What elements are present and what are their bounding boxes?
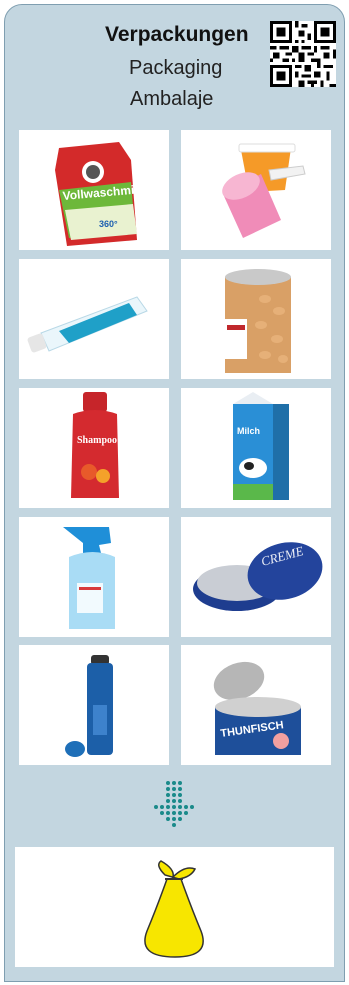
tile-creme-tin: CREME	[181, 517, 331, 637]
tile-tuna-can: THUNFISCH	[181, 645, 331, 765]
tuna-can-image: THUNFISCH	[213, 661, 301, 755]
detergent-bag-image: Vollwaschmittel 360°	[55, 142, 153, 246]
shampoo-bottle-image: Shampoo	[71, 392, 119, 498]
arrow-down-icon	[154, 781, 194, 827]
panel-header: Verpackungen Packaging Ambalaje	[5, 5, 346, 125]
qr-code-icon[interactable]	[270, 21, 336, 87]
tile-spray-bottle	[19, 517, 169, 637]
tile-deodorant-can	[19, 645, 169, 765]
tile-yellow-bag	[15, 847, 334, 967]
milk-carton-image: Milch	[233, 392, 289, 500]
title-german: Verpackungen	[105, 23, 249, 46]
spray-bottle-image	[63, 527, 115, 629]
shampoo-label: Shampoo	[77, 435, 117, 446]
tile-toothpaste	[19, 259, 169, 379]
baked-beans-can-image	[225, 269, 291, 373]
deodorant-spray-can-image	[65, 655, 113, 757]
toothpaste-tube-image	[27, 296, 148, 353]
yellow-bag-image	[144, 860, 204, 958]
title-english: Packaging	[129, 57, 223, 79]
creme-tin-image: CREME	[193, 542, 323, 611]
tile-shampoo: Shampoo	[19, 388, 169, 508]
milk-label: Milch	[237, 426, 260, 436]
tile-detergent-bag: Vollwaschmittel 360°	[19, 130, 169, 250]
tile-milk-carton: Milch	[181, 388, 331, 508]
yogurt-cups-image	[222, 143, 306, 238]
tile-yogurt-cups	[181, 130, 331, 250]
title-romanian: Ambalaje	[130, 88, 214, 110]
detergent-sublabel: 360°	[99, 219, 118, 229]
tile-baked-beans	[181, 259, 331, 379]
